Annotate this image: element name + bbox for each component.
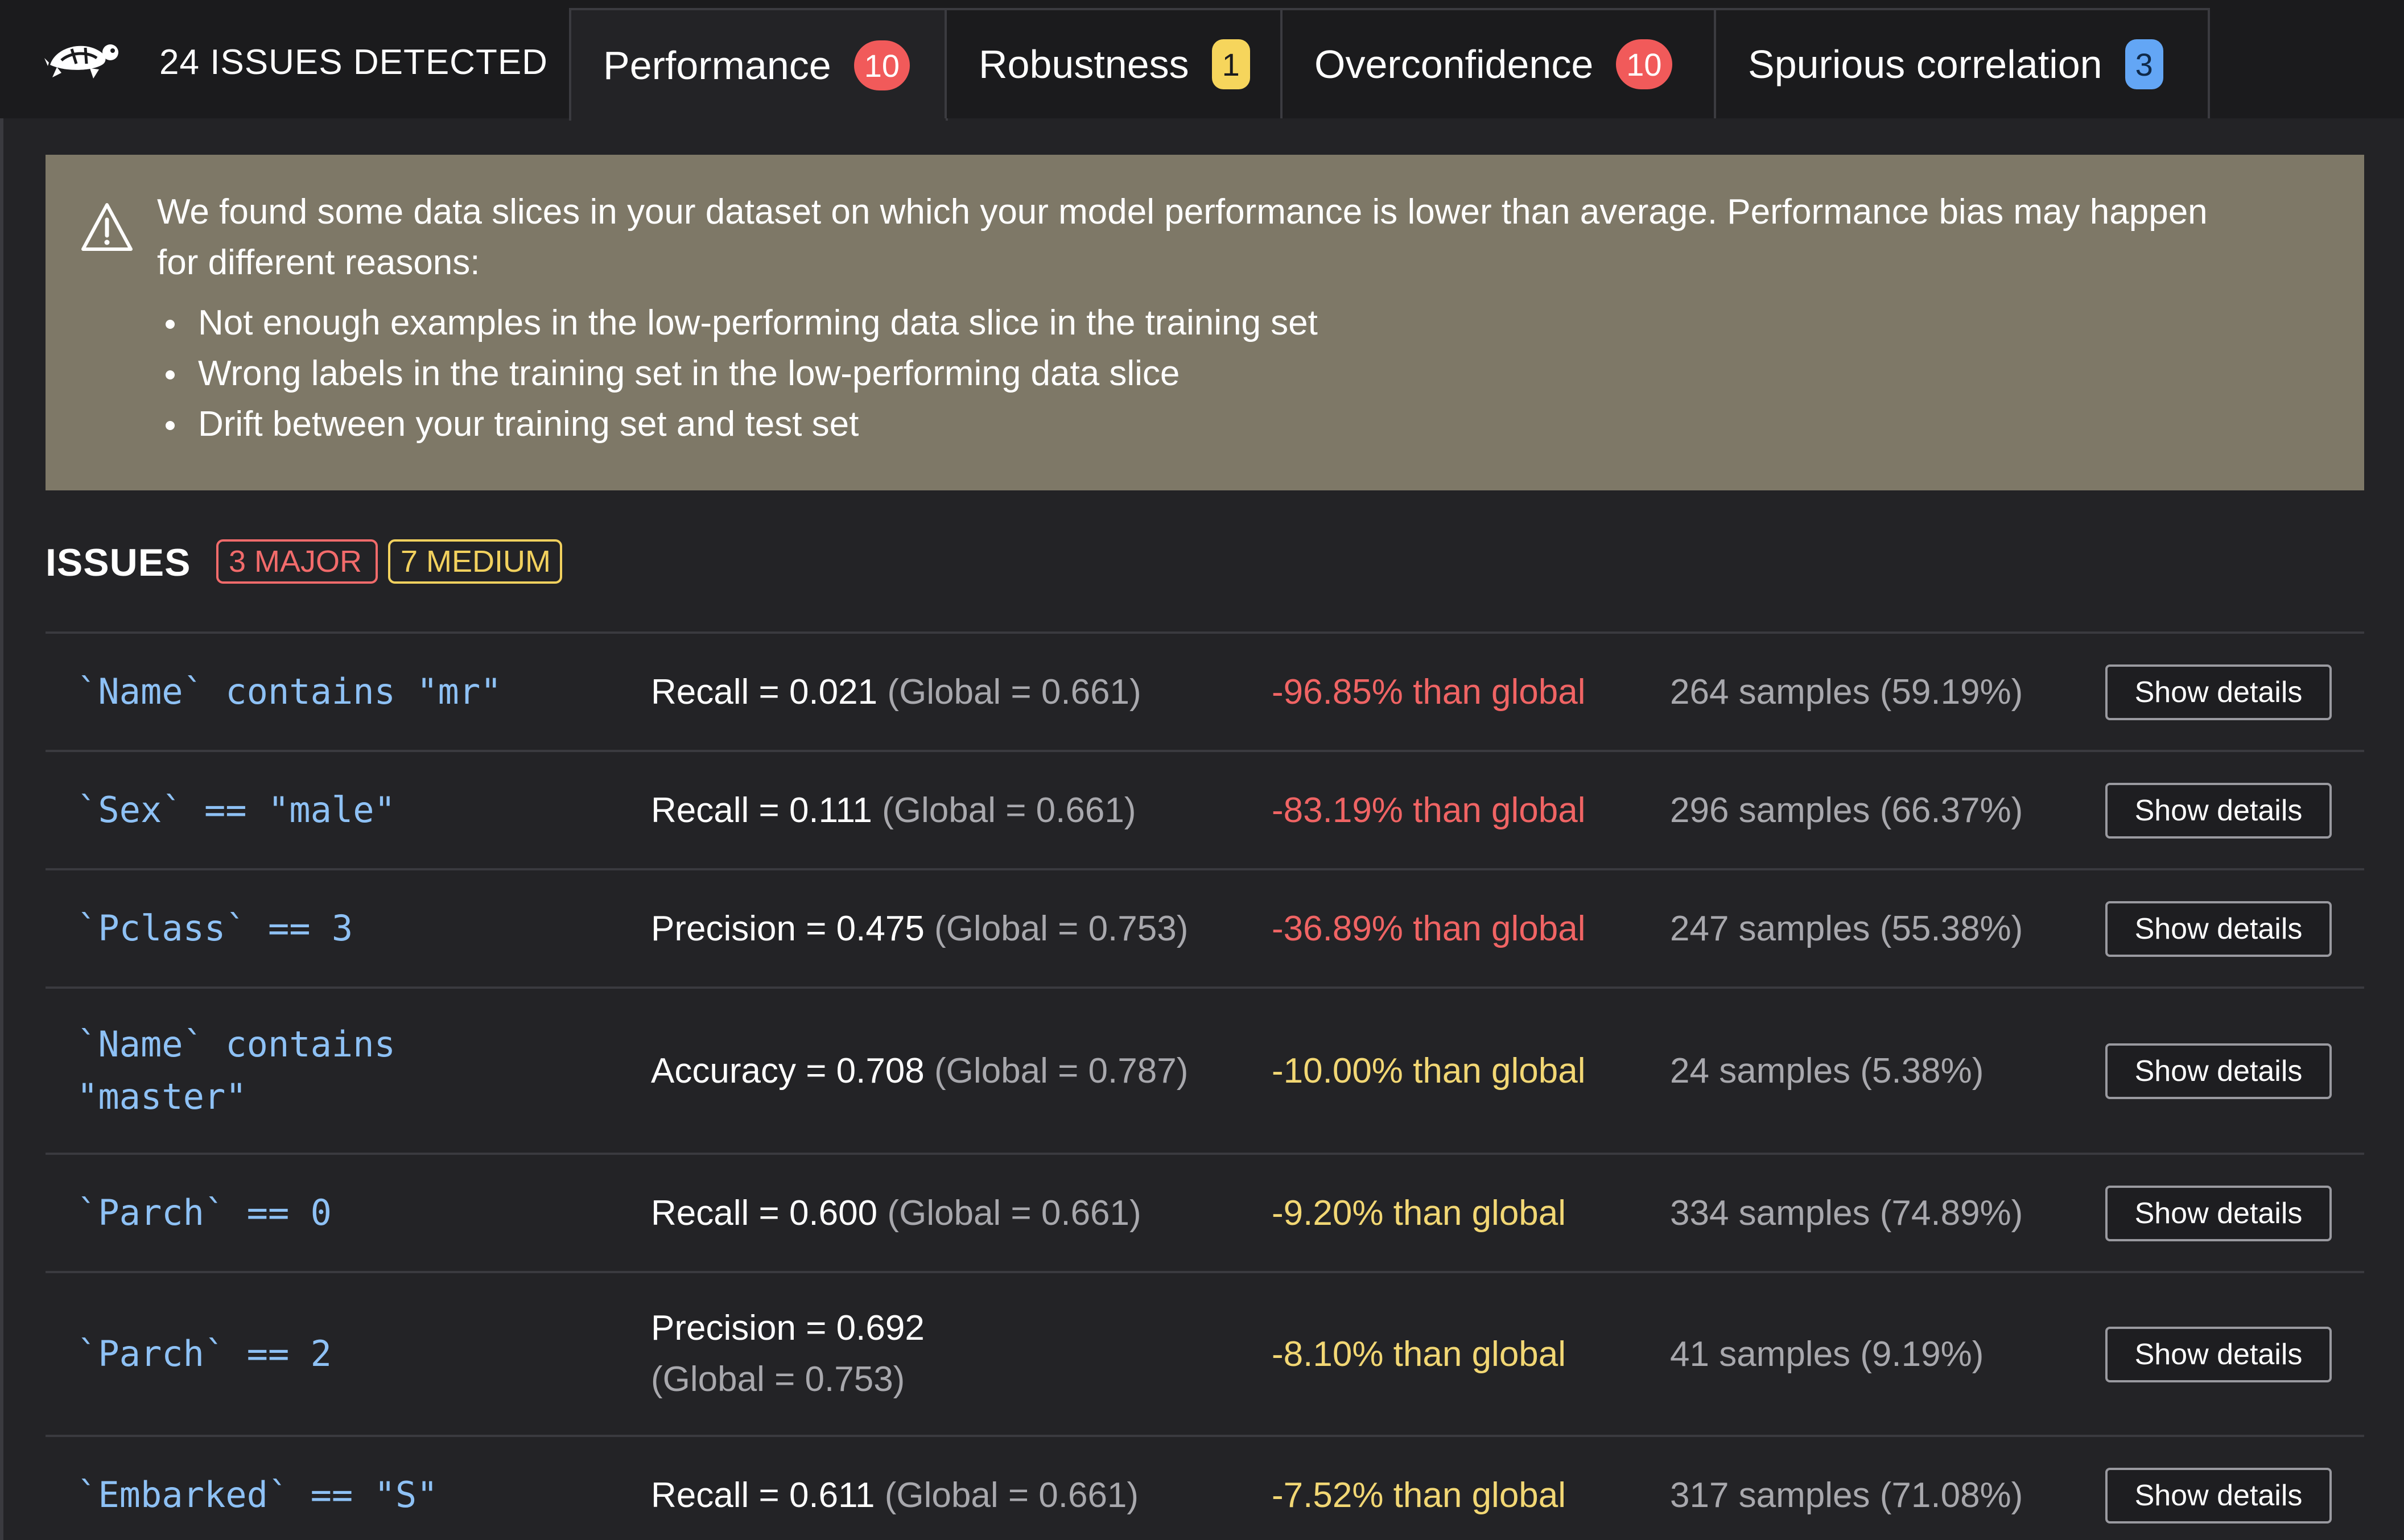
delta-vs-global: -8.10% than global	[1272, 1335, 1566, 1374]
metric-value: Precision = 0.475 (Global = 0.753)	[651, 903, 1188, 955]
metric-text: Recall = 0.111	[651, 791, 872, 830]
warning-icon	[81, 203, 133, 251]
delta-vs-global: -96.85% than global	[1272, 672, 1586, 712]
row-divider	[46, 1153, 2364, 1155]
bullet-dot	[166, 370, 175, 379]
tab-performance-label: Performance	[603, 43, 831, 88]
show-details-button[interactable]: Show details	[2105, 1327, 2332, 1382]
metric-text: Precision = 0.475	[651, 909, 925, 948]
major-count-badge: 3 MAJOR	[216, 539, 378, 584]
slice-condition: `Parch` == 2	[77, 1333, 332, 1374]
global-metric: (Global = 0.661)	[884, 1476, 1139, 1515]
info-line-1: We found some data slices in your datase…	[157, 192, 2208, 232]
slice-condition-line-1: `Name` contains	[77, 1023, 395, 1065]
global-metric: (Global = 0.787)	[934, 1051, 1189, 1091]
slice-condition: `Name` contains "master"	[77, 1018, 395, 1123]
slice-condition: `Sex` == "male"	[77, 789, 395, 831]
tab-spurious-correlation[interactable]: Spurious correlation 3	[1714, 8, 2210, 118]
row-divider	[46, 1435, 2364, 1437]
bullet-dot	[166, 320, 175, 329]
show-details-button[interactable]: Show details	[2105, 901, 2332, 957]
sample-count: 334 samples (74.89%)	[1670, 1194, 2023, 1233]
sample-count: 247 samples (55.38%)	[1670, 909, 2023, 948]
slice-condition: `Embarked` == "S"	[77, 1474, 438, 1516]
sample-count: 24 samples (5.38%)	[1670, 1051, 1984, 1091]
row-divider	[46, 986, 2364, 989]
global-metric: (Global = 0.753)	[934, 909, 1189, 948]
tab-performance[interactable]: Performance 10	[569, 8, 948, 121]
metric-value: Precision = 0.692 (Global = 0.753)	[651, 1303, 925, 1405]
brand: 24 ISSUES DETECTED	[0, 0, 569, 118]
delta-vs-global: -83.19% than global	[1272, 791, 1586, 830]
delta-vs-global: -36.89% than global	[1272, 909, 1586, 948]
tab-robustness-count-badge: 1	[1211, 39, 1250, 89]
tab-robustness-label: Robustness	[979, 42, 1189, 86]
tab-robustness[interactable]: Robustness 1	[945, 8, 1283, 118]
global-metric: (Global = 0.753)	[651, 1360, 905, 1399]
metric-value: Recall = 0.611 (Global = 0.661)	[651, 1470, 1139, 1521]
show-details-button[interactable]: Show details	[2105, 1468, 2332, 1524]
left-border	[0, 118, 3, 1540]
tab-performance-count-badge: 10	[853, 40, 910, 90]
info-bullet-text: Not enough examples in the low-performin…	[198, 303, 1318, 342]
row-divider	[46, 868, 2364, 870]
tab-spurious-correlation-count-badge: 3	[2125, 39, 2163, 89]
global-metric: (Global = 0.661)	[887, 672, 1141, 712]
metric-text: Recall = 0.021	[651, 672, 878, 712]
info-line-2: for different reasons:	[157, 243, 480, 282]
sample-count: 41 samples (9.19%)	[1670, 1335, 1984, 1374]
info-bullet-text: Drift between your training set and test…	[198, 404, 859, 444]
slice-condition: `Parch` == 0	[77, 1192, 332, 1233]
tab-overconfidence[interactable]: Overconfidence 10	[1280, 8, 1716, 118]
metric-text: Recall = 0.600	[651, 1194, 878, 1233]
slice-condition: `Name` contains "mr"	[77, 671, 502, 712]
delta-vs-global: -10.00% than global	[1272, 1051, 1586, 1091]
show-details-button[interactable]: Show details	[2105, 1186, 2332, 1241]
global-metric: (Global = 0.661)	[887, 1194, 1141, 1233]
header-bar: 24 ISSUES DETECTED Performance 10 Robust…	[0, 0, 2404, 121]
scan-report-app: 24 ISSUES DETECTED Performance 10 Robust…	[0, 0, 2404, 1540]
metric-text: Precision = 0.692	[651, 1308, 925, 1348]
info-description: We found some data slices in your datase…	[157, 187, 2342, 288]
metric-value: Recall = 0.600 (Global = 0.661)	[651, 1188, 1141, 1239]
info-bullet-text: Wrong labels in the training set in the …	[198, 354, 1180, 393]
slice-condition-line-2: "master"	[77, 1076, 247, 1117]
row-divider	[46, 750, 2364, 752]
issues-heading: ISSUES	[46, 541, 191, 584]
show-details-button[interactable]: Show details	[2105, 1043, 2332, 1099]
global-metric: (Global = 0.661)	[882, 791, 1136, 830]
show-details-button[interactable]: Show details	[2105, 664, 2332, 720]
row-divider	[46, 631, 2364, 634]
show-details-button[interactable]: Show details	[2105, 783, 2332, 839]
turtle-logo-icon	[44, 44, 118, 79]
metric-text: Recall = 0.611	[651, 1476, 875, 1515]
tab-overconfidence-count-badge: 10	[1616, 39, 1672, 89]
tab-overconfidence-label: Overconfidence	[1314, 42, 1594, 86]
sample-count: 264 samples (59.19%)	[1670, 672, 2023, 712]
issues-count-title: 24 ISSUES DETECTED	[159, 43, 548, 82]
tab-spurious-correlation-label: Spurious correlation	[1748, 42, 2102, 86]
bullet-dot	[166, 421, 175, 430]
delta-vs-global: -9.20% than global	[1272, 1194, 1566, 1233]
medium-count-badge: 7 MEDIUM	[388, 539, 562, 584]
sample-count: 296 samples (66.37%)	[1670, 791, 2023, 830]
metric-text: Accuracy = 0.708	[651, 1051, 925, 1091]
delta-vs-global: -7.52% than global	[1272, 1476, 1566, 1515]
metric-value: Recall = 0.111 (Global = 0.661)	[651, 785, 1136, 836]
row-divider	[46, 1271, 2364, 1273]
sample-count: 317 samples (71.08%)	[1670, 1476, 2023, 1515]
metric-value: Accuracy = 0.708 (Global = 0.787)	[651, 1046, 1188, 1097]
slice-condition: `Pclass` == 3	[77, 907, 353, 949]
metric-value: Recall = 0.021 (Global = 0.661)	[651, 667, 1141, 718]
